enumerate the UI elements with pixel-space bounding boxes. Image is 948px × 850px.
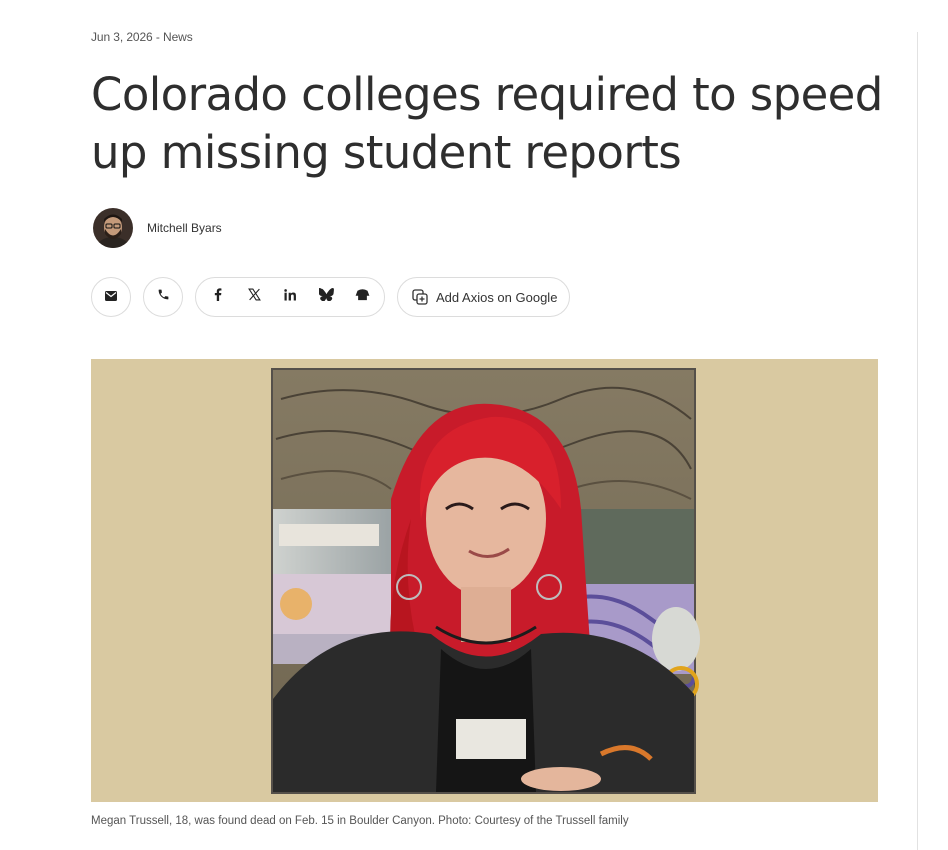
linkedin-share-button[interactable] — [272, 279, 308, 315]
bluesky-icon — [317, 288, 334, 306]
article-meta: Jun 3, 2026 - News — [91, 30, 193, 44]
facebook-share-button[interactable] — [200, 279, 236, 315]
author-avatar[interactable] — [93, 208, 133, 248]
share-bar: Add Axios on Google — [91, 277, 571, 317]
bluesky-share-button[interactable] — [308, 279, 344, 315]
x-icon — [247, 288, 261, 306]
phone-icon — [157, 288, 170, 306]
mail-icon — [105, 288, 117, 306]
add-axios-on-google-button[interactable]: Add Axios on Google — [397, 277, 571, 317]
byline: Mitchell Byars — [91, 208, 222, 248]
article-date: Jun 3, 2026 — [91, 30, 153, 44]
facebook-icon — [214, 288, 222, 306]
column-divider — [917, 32, 918, 850]
mastodon-icon — [355, 288, 370, 306]
social-share-group — [195, 277, 385, 317]
article-category[interactable]: News — [163, 30, 193, 44]
email-share-button[interactable] — [91, 277, 131, 317]
add-axios-on-google-label: Add Axios on Google — [436, 289, 558, 305]
meta-separator: - — [152, 30, 163, 44]
linkedin-icon — [283, 288, 297, 306]
article-photo — [91, 359, 878, 802]
x-share-button[interactable] — [236, 279, 272, 315]
article-headline: Colorado colleges required to speed up m… — [91, 68, 883, 179]
add-source-icon — [412, 289, 428, 305]
mastodon-share-button[interactable] — [344, 279, 380, 315]
sms-share-button[interactable] — [143, 277, 183, 317]
photo-caption: Megan Trussell, 18, was found dead on Fe… — [91, 815, 629, 827]
author-name[interactable]: Mitchell Byars — [147, 221, 222, 235]
